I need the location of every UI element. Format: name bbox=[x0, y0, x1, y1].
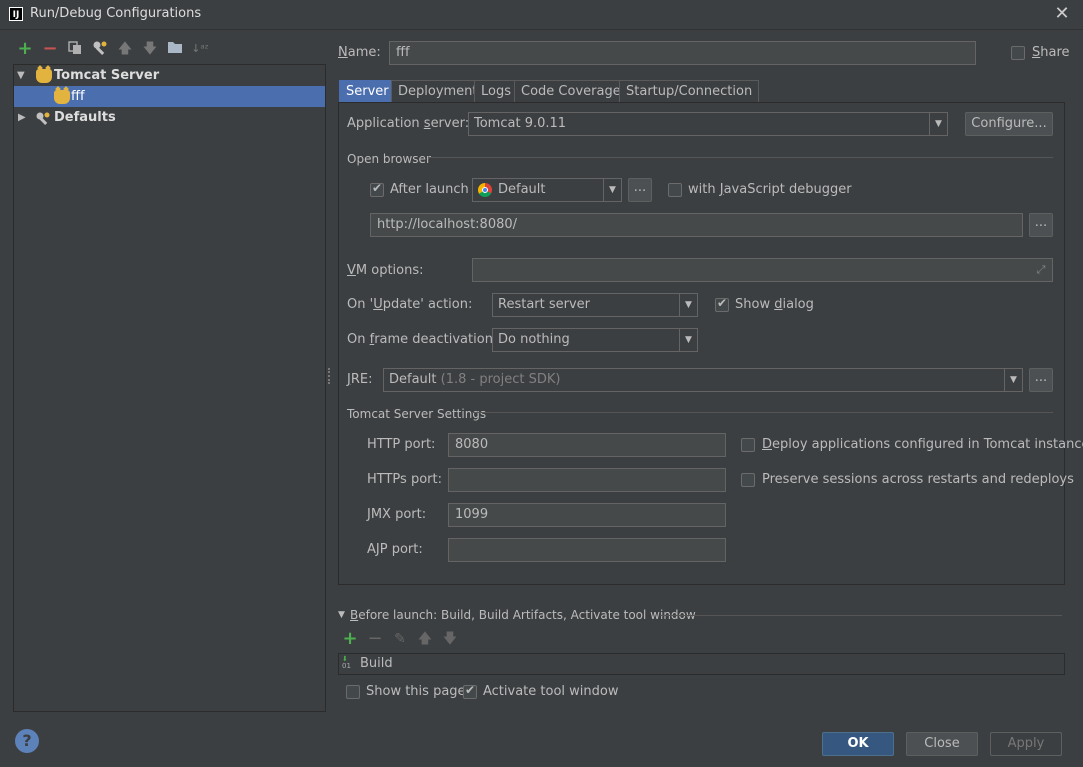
add-task-icon[interactable]: + bbox=[341, 630, 359, 648]
remove-configuration-icon[interactable]: − bbox=[41, 40, 59, 58]
jmx-port-label: JMX port: bbox=[367, 507, 427, 522]
ok-button[interactable]: OK bbox=[822, 732, 894, 756]
expand-icon[interactable]: ⤢ bbox=[1034, 263, 1048, 277]
tab-code-coverage[interactable]: Code Coverage bbox=[514, 80, 628, 102]
show-dialog-label: Show dialog bbox=[735, 297, 814, 312]
tomcat-icon bbox=[36, 68, 52, 83]
show-dialog-checkbox[interactable] bbox=[715, 296, 729, 312]
divider bbox=[472, 412, 1053, 413]
http-port-label: HTTP port: bbox=[367, 437, 436, 452]
remove-task-icon[interactable]: − bbox=[366, 630, 384, 648]
tab-startup-connection[interactable]: Startup/Connection bbox=[619, 80, 760, 102]
preserve-sessions-label: Preserve sessions across restarts and re… bbox=[762, 472, 1074, 487]
close-window-icon[interactable]: ✕ bbox=[1054, 3, 1070, 25]
folder-icon[interactable] bbox=[166, 40, 184, 58]
application-server-label: Application server: bbox=[347, 116, 470, 131]
browser-select[interactable]: Default ▼ bbox=[472, 178, 622, 202]
after-launch-checkbox[interactable] bbox=[370, 181, 384, 197]
activate-tool-window-checkbox[interactable] bbox=[463, 683, 477, 699]
tree-item-label: Tomcat Server bbox=[54, 68, 160, 83]
configure-button[interactable]: Configure... bbox=[965, 112, 1053, 136]
add-configuration-icon[interactable]: + bbox=[16, 40, 34, 58]
activate-tool-window-label: Activate tool window bbox=[483, 684, 619, 699]
divider bbox=[428, 157, 1053, 158]
expand-down-icon[interactable]: ▼ bbox=[17, 65, 25, 86]
js-debugger-label: with JavaScript debugger bbox=[688, 182, 852, 197]
show-page-label: Show this page bbox=[366, 684, 466, 699]
tree-item-fff[interactable]: fff bbox=[14, 86, 325, 107]
move-down-icon[interactable]: 🡇 bbox=[141, 40, 159, 58]
https-port-field[interactable] bbox=[448, 468, 726, 492]
apply-button[interactable]: Apply bbox=[990, 732, 1062, 756]
tree-item-label: fff bbox=[71, 89, 85, 104]
before-launch-list: ⬇ 01 Build bbox=[338, 653, 1065, 675]
deploy-apps-label: Deploy applications configured in Tomcat… bbox=[762, 437, 1083, 452]
name-label: Name: bbox=[338, 45, 381, 60]
before-launch-title: Before launch: Build, Build Artifacts, A… bbox=[350, 608, 696, 622]
vm-options-label: VM options: bbox=[347, 263, 424, 278]
edit-defaults-icon[interactable] bbox=[91, 40, 109, 58]
share-checkbox[interactable] bbox=[1011, 46, 1025, 60]
tree-item-tomcat-server[interactable]: ▼ Tomcat Server bbox=[14, 65, 325, 86]
collapse-icon[interactable]: ▼ bbox=[338, 610, 345, 620]
wrench-icon bbox=[35, 107, 51, 128]
edit-task-icon[interactable]: ✎ bbox=[391, 630, 409, 648]
move-up-icon[interactable]: 🡅 bbox=[116, 40, 134, 58]
show-page-checkbox[interactable] bbox=[346, 685, 360, 699]
url-options-button[interactable]: ... bbox=[1029, 213, 1053, 237]
url-field[interactable]: http://localhost:8080/ bbox=[370, 213, 1023, 237]
name-field[interactable]: fff bbox=[389, 41, 976, 65]
title-bar: IJ Run/Debug Configurations ✕ bbox=[0, 0, 1083, 30]
expand-right-icon[interactable]: ▶ bbox=[18, 107, 26, 128]
move-up-icon[interactable]: 🡅 bbox=[416, 630, 434, 648]
chevron-down-icon: ▼ bbox=[929, 113, 947, 135]
open-browser-title: Open browser bbox=[347, 152, 431, 166]
intellij-logo-icon: IJ bbox=[9, 7, 23, 21]
js-debugger-checkbox[interactable] bbox=[668, 183, 682, 197]
copy-configuration-icon[interactable] bbox=[66, 40, 84, 58]
http-port-field[interactable]: 8080 bbox=[448, 433, 726, 457]
on-update-select[interactable]: Restart server ▼ bbox=[492, 293, 698, 317]
https-port-label: HTTPs port: bbox=[367, 472, 442, 487]
build-icon: ⬇ 01 bbox=[342, 655, 351, 670]
help-button[interactable]: ? bbox=[15, 729, 39, 753]
ajp-port-field[interactable] bbox=[448, 538, 726, 562]
tomcat-settings-title: Tomcat Server Settings bbox=[347, 407, 487, 421]
divider bbox=[660, 615, 1062, 616]
chevron-down-icon: ▼ bbox=[679, 294, 697, 316]
chevron-down-icon: ▼ bbox=[1004, 369, 1022, 391]
chrome-icon bbox=[478, 182, 492, 197]
after-launch-label: After launch bbox=[390, 182, 469, 197]
chevron-down-icon: ▼ bbox=[603, 179, 621, 201]
preserve-sessions-checkbox[interactable] bbox=[741, 473, 755, 487]
deploy-apps-checkbox[interactable] bbox=[741, 438, 755, 452]
window-title: Run/Debug Configurations bbox=[30, 6, 202, 21]
jre-options-button[interactable]: ... bbox=[1029, 368, 1053, 392]
application-server-select[interactable]: Tomcat 9.0.11 ▼ bbox=[468, 112, 948, 136]
frame-deactivation-select[interactable]: Do nothing ▼ bbox=[492, 328, 698, 352]
share-label: Share bbox=[1032, 45, 1070, 60]
jmx-port-field[interactable]: 1099 bbox=[448, 503, 726, 527]
vm-options-field[interactable] bbox=[472, 258, 1053, 282]
frame-deactivation-label: On frame deactivation: bbox=[347, 332, 498, 347]
close-button[interactable]: Close bbox=[906, 732, 978, 756]
tree-item-label: Defaults bbox=[54, 110, 116, 125]
chevron-down-icon: ▼ bbox=[679, 329, 697, 351]
splitter-handle[interactable] bbox=[328, 368, 331, 384]
configuration-tree: ▼ Tomcat Server fff ▶ Defaults bbox=[13, 64, 326, 712]
jre-label: JRE: bbox=[347, 372, 373, 387]
on-update-label: On 'Update' action: bbox=[347, 297, 473, 312]
tree-item-defaults[interactable]: ▶ Defaults bbox=[14, 107, 325, 128]
list-item[interactable]: Build bbox=[360, 656, 393, 671]
sort-icon[interactable]: ↓ᵃᶻ bbox=[191, 40, 209, 58]
ajp-port-label: AJP port: bbox=[367, 542, 423, 557]
browser-options-button[interactable]: ... bbox=[628, 178, 652, 202]
tab-deployment[interactable]: Deployment bbox=[391, 80, 485, 102]
tomcat-icon bbox=[54, 89, 70, 104]
move-down-icon[interactable]: 🡇 bbox=[441, 630, 459, 648]
tab-logs[interactable]: Logs bbox=[474, 80, 518, 102]
tab-server[interactable]: Server bbox=[339, 80, 396, 102]
jre-select[interactable]: Default (1.8 - project SDK) ▼ bbox=[383, 368, 1023, 392]
